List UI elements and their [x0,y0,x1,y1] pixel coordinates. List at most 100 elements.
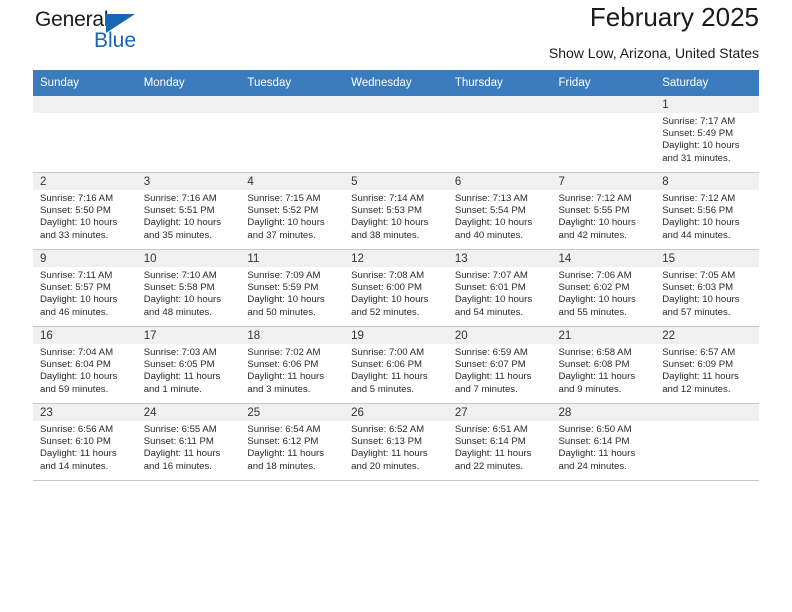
calendar-day-cell[interactable]: 20 Sunrise: 6:59 AM Sunset: 6:07 PM Dayligh… [447,326,552,404]
sunset-text: Sunset: 5:59 PM [247,282,319,294]
sunset-text: Sunset: 6:00 PM [351,282,423,294]
day-cell-details: Sunrise: 7:03 AM Sunset: 6:05 PM Daylight:… [137,344,241,396]
calendar-day-cell[interactable]: 14 Sunrise: 7:06 AM Sunset: 6:02 PM Dayligh… [551,249,656,327]
calendar-day-cell[interactable]: 6 Sunrise: 7:13 AM Sunset: 5:54 PM Daylight… [447,172,552,250]
day-cell-details: Sunrise: 6:51 AM Sunset: 6:14 PM Daylight:… [448,421,552,473]
day-cell-inner: 12 Sunrise: 7:08 AM Sunset: 6:00 PM Dayligh… [344,250,448,326]
daylight-text-line2: and 14 minutes. [40,460,109,472]
calendar-day-cell[interactable]: 11 Sunrise: 7:09 AM Sunset: 5:59 PM Dayligh… [240,249,345,327]
day-cell-details: Sunrise: 6:54 AM Sunset: 6:12 PM Daylight:… [240,421,344,473]
day-number [240,96,345,113]
day-number: 21 [551,327,656,344]
daylight-text-line2: and 52 minutes. [351,306,420,318]
sunrise-text: Sunrise: 7:08 AM [351,270,425,281]
daylight-text-line1: Daylight: 11 hours [351,448,428,460]
day-cell-details: Sunrise: 7:16 AM Sunset: 5:50 PM Daylight:… [33,190,137,242]
day-cell-details: Sunrise: 6:55 AM Sunset: 6:11 PM Daylight:… [137,421,241,473]
calendar-day-cell[interactable]: 12 Sunrise: 7:08 AM Sunset: 6:00 PM Dayligh… [344,249,448,327]
daylight-text-line1: Daylight: 11 hours [40,448,117,460]
calendar-day-cell[interactable]: 10 Sunrise: 7:10 AM Sunset: 5:58 PM Dayligh… [136,249,241,327]
calendar-day-cell[interactable]: 1 Sunrise: 7:17 AM Sunset: 5:49 PM Daylight… [655,96,759,173]
calendar-day-cell[interactable]: 13 Sunrise: 7:07 AM Sunset: 6:01 PM Dayligh… [447,249,552,327]
calendar-day-cell[interactable]: 3 Sunrise: 7:16 AM Sunset: 5:51 PM Daylight… [136,172,241,250]
calendar-day-cell[interactable]: 25 Sunrise: 6:54 AM Sunset: 6:12 PM Dayligh… [240,403,345,481]
daylight-text-line1: Daylight: 10 hours [351,217,429,229]
day-cell-inner: 18 Sunrise: 7:02 AM Sunset: 6:06 PM Dayligh… [240,327,345,403]
day-number: 3 [136,173,241,190]
calendar-day-cell[interactable]: 18 Sunrise: 7:02 AM Sunset: 6:06 PM Dayligh… [240,326,345,404]
day-cell-inner: 11 Sunrise: 7:09 AM Sunset: 5:59 PM Dayligh… [240,250,345,326]
calendar-day-cell[interactable]: 28 Sunrise: 6:50 AM Sunset: 6:14 PM Dayligh… [551,403,656,481]
calendar-day-cell[interactable]: 24 Sunrise: 6:55 AM Sunset: 6:11 PM Dayligh… [136,403,241,481]
calendar-day-cell[interactable]: 22 Sunrise: 6:57 AM Sunset: 6:09 PM Dayligh… [655,326,759,404]
daylight-text-line2: and 46 minutes. [40,306,109,318]
calendar-day-cell[interactable]: 7 Sunrise: 7:12 AM Sunset: 5:55 PM Daylight… [551,172,656,250]
sunrise-text: Sunrise: 6:55 AM [143,424,217,435]
day-number: 26 [344,404,448,421]
calendar-day-cell[interactable]: 9 Sunrise: 7:11 AM Sunset: 5:57 PM Daylight… [33,249,137,327]
daylight-text-line1: Daylight: 11 hours [351,371,428,383]
day-cell-inner [240,96,345,172]
sunrise-text: Sunrise: 6:52 AM [351,424,425,435]
day-cell-details: Sunrise: 7:11 AM Sunset: 5:57 PM Daylight:… [33,267,137,319]
calendar-day-cell[interactable]: 5 Sunrise: 7:14 AM Sunset: 5:53 PM Daylight… [344,172,448,250]
day-cell-details: Sunrise: 7:09 AM Sunset: 5:59 PM Daylight:… [240,267,344,319]
daylight-text-line2: and 55 minutes. [558,306,627,318]
daylight-text-line1: Daylight: 11 hours [662,371,739,383]
day-cell-inner: 4 Sunrise: 7:15 AM Sunset: 5:52 PM Daylight… [240,173,345,249]
calendar-day-cell[interactable]: 15 Sunrise: 7:05 AM Sunset: 6:03 PM Dayligh… [655,249,759,327]
calendar-day-cell[interactable]: 26 Sunrise: 6:52 AM Sunset: 6:13 PM Dayligh… [344,403,448,481]
daylight-text-line2: and 54 minutes. [454,306,524,318]
calendar-day-cell[interactable]: 4 Sunrise: 7:15 AM Sunset: 5:52 PM Daylight… [240,172,345,250]
sunrise-text: Sunrise: 7:06 AM [558,270,632,281]
day-cell-details: Sunrise: 6:52 AM Sunset: 6:13 PM Daylight:… [344,421,448,473]
calendar-day-cell[interactable]: 27 Sunrise: 6:51 AM Sunset: 6:14 PM Dayligh… [447,403,552,481]
day-number: 18 [240,327,345,344]
daylight-text-line2: and 24 minutes. [558,460,627,472]
sunset-text: Sunset: 5:58 PM [143,282,215,294]
sunrise-text: Sunrise: 7:16 AM [143,193,217,204]
day-cell-inner [33,96,137,172]
day-cell-inner: 16 Sunrise: 7:04 AM Sunset: 6:04 PM Dayligh… [33,327,137,403]
day-cell-details: Sunrise: 6:56 AM Sunset: 6:10 PM Daylight:… [33,421,137,473]
day-cell-inner: 6 Sunrise: 7:13 AM Sunset: 5:54 PM Daylight… [447,173,552,249]
sunrise-text: Sunrise: 7:05 AM [662,270,736,281]
day-cell-details: Sunrise: 7:14 AM Sunset: 5:53 PM Daylight:… [344,190,448,242]
calendar-day-cell[interactable]: 16 Sunrise: 7:04 AM Sunset: 6:04 PM Dayligh… [33,326,137,404]
sunrise-text: Sunrise: 6:50 AM [558,424,632,435]
daylight-text-line2: and 42 minutes. [558,229,627,241]
day-number: 7 [551,173,656,190]
calendar-day-cell[interactable]: 19 Sunrise: 7:00 AM Sunset: 6:06 PM Dayligh… [344,326,448,404]
sunrise-text: Sunrise: 7:12 AM [558,193,632,204]
sunset-text: Sunset: 5:57 PM [40,282,111,294]
sunrise-text: Sunrise: 7:02 AM [247,347,321,358]
day-cell-inner: 1 Sunrise: 7:17 AM Sunset: 5:49 PM Daylight… [655,96,759,172]
calendar-day-cell[interactable]: 21 Sunrise: 6:58 AM Sunset: 6:08 PM Dayligh… [551,326,656,404]
calendar-week-row: 16 Sunrise: 7:04 AM Sunset: 6:04 PM Dayligh… [33,326,759,404]
day-number: 13 [447,250,552,267]
day-number: 22 [655,327,759,344]
sunrise-text: Sunrise: 7:14 AM [351,193,425,204]
sunset-text: Sunset: 6:04 PM [40,359,111,371]
day-number [655,404,759,421]
sunrise-text: Sunrise: 6:58 AM [558,347,632,358]
day-cell-details: Sunrise: 6:58 AM Sunset: 6:08 PM Daylight:… [552,344,656,396]
calendar-day-cell[interactable]: 8 Sunrise: 7:12 AM Sunset: 5:56 PM Daylight… [655,172,759,250]
day-cell-details: Sunrise: 7:17 AM Sunset: 5:49 PM Daylight:… [655,113,759,165]
day-cell-inner: 7 Sunrise: 7:12 AM Sunset: 5:55 PM Daylight… [551,173,656,249]
day-cell-inner: 21 Sunrise: 6:58 AM Sunset: 6:08 PM Dayligh… [551,327,656,403]
calendar-day-cell[interactable]: 23 Sunrise: 6:56 AM Sunset: 6:10 PM Dayligh… [33,403,137,481]
weekday-header-row: Sunday Monday Tuesday Wednesday Thursday… [33,70,759,96]
calendar-day-cell[interactable]: 17 Sunrise: 7:03 AM Sunset: 6:05 PM Dayligh… [136,326,241,404]
sunset-text: Sunset: 5:55 PM [558,205,630,217]
title-block: February 2025 Show Low, Arizona, United … [549,0,759,64]
sunset-text: Sunset: 6:06 PM [247,359,319,371]
sunrise-text: Sunrise: 7:10 AM [143,270,217,281]
page-subtitle: Show Low, Arizona, United States [548,45,759,61]
sunrise-text: Sunrise: 7:00 AM [351,347,425,358]
brand-logo[interactable]: General Blue [35,8,215,56]
day-cell-inner: 15 Sunrise: 7:05 AM Sunset: 6:03 PM Dayligh… [655,250,759,326]
daylight-text-line2: and 38 minutes. [351,229,420,241]
day-number [447,96,552,113]
calendar-day-cell[interactable]: 2 Sunrise: 7:16 AM Sunset: 5:50 PM Daylight… [33,172,137,250]
